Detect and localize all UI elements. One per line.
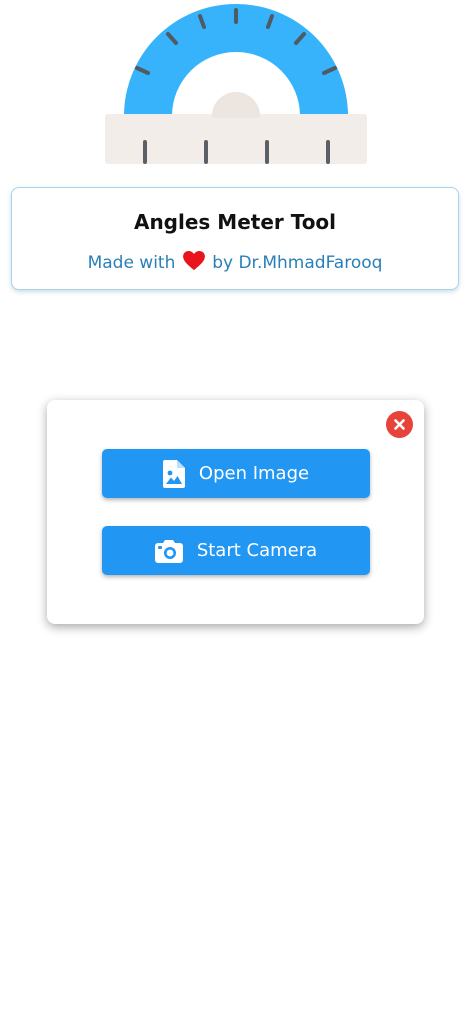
open-image-label: Open Image — [198, 463, 310, 484]
protractor-logo-icon — [105, 4, 367, 164]
heart-icon — [182, 251, 205, 271]
close-button[interactable] — [386, 411, 413, 438]
open-image-button[interactable]: Open Image — [102, 449, 370, 498]
credit-line: Made with by Dr.MhmadFarooq — [12, 250, 458, 276]
image-file-icon — [162, 459, 185, 488]
close-icon — [394, 419, 405, 430]
header-card: Angles Meter Tool Made with by Dr.MhmadF… — [11, 187, 459, 290]
credit-suffix: by Dr.MhmadFarooq — [212, 253, 383, 273]
start-camera-label: Start Camera — [196, 540, 318, 561]
image-source-dialog: Open Image Start Camera — [47, 400, 424, 624]
app-title: Angles Meter Tool — [133, 210, 337, 234]
camera-icon — [154, 539, 183, 563]
start-camera-button[interactable]: Start Camera — [102, 526, 370, 575]
credit-prefix: Made with — [87, 253, 176, 273]
